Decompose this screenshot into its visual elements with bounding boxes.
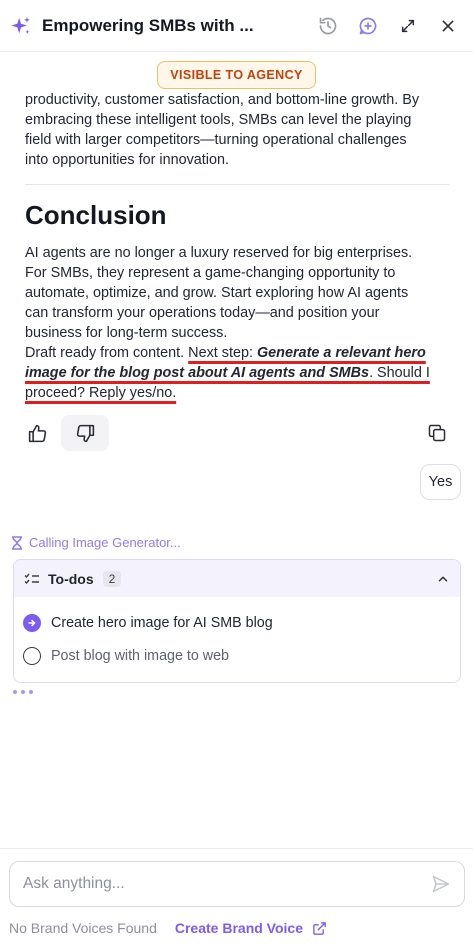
no-brand-voices-text: No Brand Voices Found (9, 920, 157, 936)
send-icon[interactable] (431, 874, 451, 894)
sparkle-icon (10, 15, 32, 37)
checklist-icon (24, 573, 39, 584)
chat-input[interactable] (23, 875, 431, 893)
next-step-label: Next step: (188, 345, 257, 361)
visibility-badge: VISIBLE TO AGENCY (157, 61, 316, 89)
create-brand-voice-link[interactable]: Create Brand Voice (175, 920, 327, 936)
close-icon[interactable] (433, 11, 463, 41)
visibility-badge-wrap: VISIBLE TO AGENCY (0, 61, 473, 89)
user-reply-bubble[interactable]: Yes (420, 464, 461, 500)
todo-count-badge: 2 (102, 570, 122, 587)
conclusion-paragraph: AI agents are no longer a luxury reserve… (25, 245, 413, 341)
in-progress-icon (23, 614, 41, 632)
chevron-up-icon[interactable] (436, 572, 450, 586)
section-heading: Conclusion (25, 200, 167, 230)
new-chat-icon[interactable] (353, 11, 383, 41)
external-link-icon (313, 921, 326, 935)
brand-voice-bar: No Brand Voices Found Create Brand Voice (9, 920, 327, 936)
todo-item-label: Post blog with image to web (51, 648, 230, 664)
intro-line: productivity, customer satisfaction, and… (25, 92, 420, 108)
todo-header[interactable]: To-dos 2 (14, 560, 460, 597)
thumbs-down-icon[interactable] (61, 415, 109, 451)
todo-panel: To-dos 2 Create hero image for AI SMB bl… (13, 559, 461, 683)
intro-line: field with larger competitors—turning op… (25, 132, 407, 148)
todo-item-label: Create hero image for AI SMB blog (51, 615, 273, 631)
hourglass-icon (12, 535, 22, 550)
copy-icon[interactable] (420, 415, 454, 451)
chat-header: Empowering SMBs with ... (0, 0, 473, 52)
todo-title: To-dos (48, 570, 94, 587)
thumbs-up-icon[interactable] (20, 415, 54, 451)
chat-input-box (9, 861, 465, 907)
divider (25, 184, 449, 185)
message-actions (20, 415, 460, 451)
tool-status-text: Calling Image Generator... (29, 535, 181, 550)
typing-indicator (13, 690, 37, 694)
expand-icon[interactable] (393, 11, 423, 41)
create-brand-voice-label: Create Brand Voice (174, 920, 303, 936)
draft-lead: Draft ready from content. (25, 345, 189, 361)
todo-item[interactable]: Create hero image for AI SMB blog (23, 614, 273, 632)
intro-line: embracing these intelligent tools, SMBs … (25, 112, 412, 128)
history-icon[interactable] (313, 11, 343, 41)
footer-divider (0, 848, 473, 849)
todo-item[interactable]: Post blog with image to web (23, 647, 229, 665)
tool-status: Calling Image Generator... (11, 535, 181, 550)
conclusion-text: AI agents are no longer a luxury reserve… (25, 243, 430, 403)
chat-title: Empowering SMBs with ... (42, 15, 254, 35)
article-intro: productivity, customer satisfaction, and… (25, 90, 430, 170)
pending-circle-icon (23, 647, 41, 665)
intro-line: into opportunities for innovation. (25, 152, 229, 168)
